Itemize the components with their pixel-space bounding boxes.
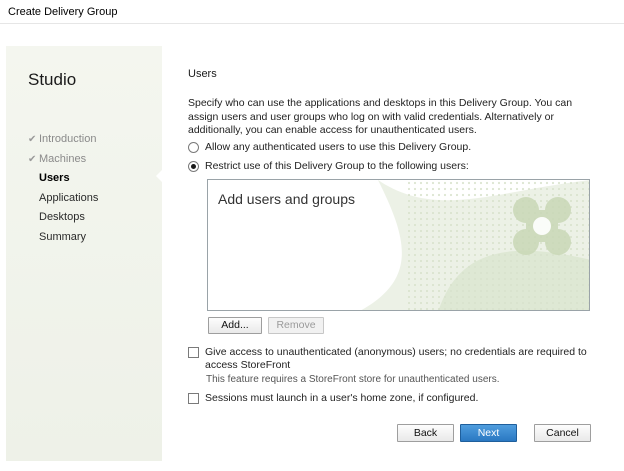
unauthenticated-checkbox[interactable] <box>188 347 199 358</box>
remove-button[interactable]: Remove <box>268 317 324 334</box>
step-introduction[interactable]: ✔ Introduction <box>28 130 98 150</box>
page-description: Specify who can use the applications and… <box>188 97 573 136</box>
radio-button-selected[interactable] <box>188 160 199 172</box>
home-zone-option[interactable]: Sessions must launch in a user's home zo… <box>188 392 478 405</box>
step-label: Desktops <box>39 211 85 224</box>
page-title: Users <box>188 68 217 80</box>
step-label: Applications <box>39 191 99 204</box>
step-applications: Applications <box>28 189 98 209</box>
step-label: Machines <box>39 152 87 165</box>
step-users: Users <box>28 169 98 189</box>
step-machines[interactable]: ✔ Machines <box>28 150 98 170</box>
next-button[interactable]: Next <box>460 424 517 442</box>
unauthenticated-access-option[interactable]: Give access to unauthenticated (anonymou… <box>188 346 601 372</box>
cancel-button[interactable]: Cancel <box>534 424 591 442</box>
title-bar: Create Delivery Group <box>0 0 624 24</box>
main-panel: Users Specify who can use the applicatio… <box>174 46 614 461</box>
radio-button[interactable] <box>188 141 199 153</box>
window-title: Create Delivery Group <box>8 6 118 18</box>
current-step-pointer <box>156 168 164 184</box>
users-placeholder: Add users and groups <box>218 191 355 207</box>
step-desktops: Desktops <box>28 208 98 228</box>
checkmark-icon: ✔ <box>28 134 37 145</box>
back-button[interactable]: Back <box>397 424 454 442</box>
radio-restrict-users[interactable]: Restrict use of this Delivery Group to t… <box>188 160 469 172</box>
radio-restrict-label: Restrict use of this Delivery Group to t… <box>205 160 469 172</box>
home-zone-checkbox[interactable] <box>188 393 199 404</box>
unauthenticated-note: This feature requires a StoreFront store… <box>206 374 500 385</box>
studio-brand: Studio <box>28 70 77 89</box>
wizard-sidebar: Studio ✔ Introduction ✔ Machines Users App… <box>6 46 164 461</box>
step-label: Summary <box>39 230 87 243</box>
unauthenticated-label: Give access to unauthenticated (anonymou… <box>205 346 587 371</box>
step-label: Users <box>39 172 70 185</box>
add-button[interactable]: Add... <box>208 317 262 334</box>
step-label: Introduction <box>39 133 97 145</box>
checkmark-icon: ✔ <box>28 153 37 165</box>
users-list-box[interactable]: Add users and groups <box>207 179 590 311</box>
step-summary: Summary <box>28 228 98 248</box>
wizard-steps: ✔ Introduction ✔ Machines Users Applicatio… <box>28 130 98 248</box>
home-zone-label: Sessions must launch in a user's home zo… <box>205 392 479 404</box>
radio-any-authenticated[interactable]: Allow any authenticated users to use thi… <box>188 141 471 153</box>
radio-any-label: Allow any authenticated users to use thi… <box>205 141 472 153</box>
